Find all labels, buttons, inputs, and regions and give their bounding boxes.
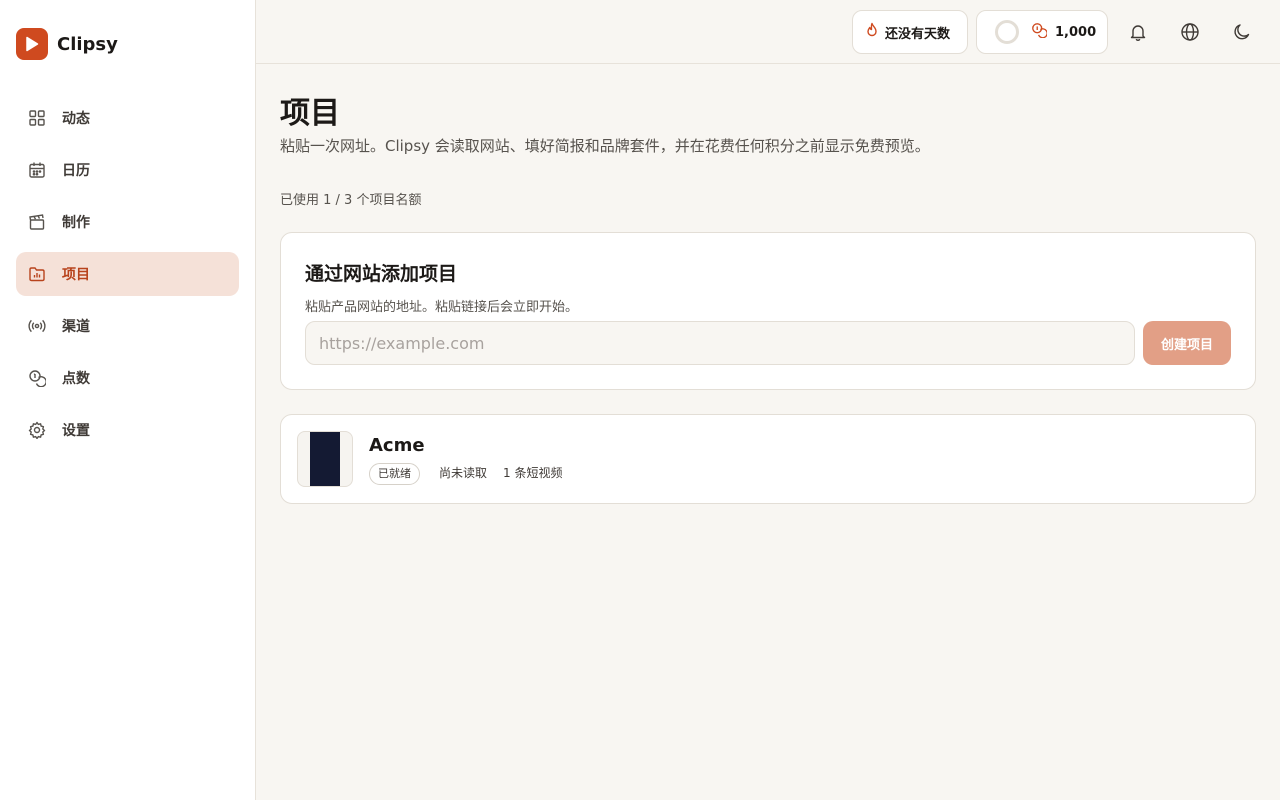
sidebar-item-label: 设置 — [62, 423, 90, 439]
sidebar-item-label: 日历 — [62, 163, 90, 179]
website-url-input[interactable] — [305, 321, 1135, 365]
project-name: Acme — [369, 435, 425, 456]
sidebar-item-label: 项目 — [62, 267, 90, 283]
bell-icon[interactable] — [1124, 18, 1152, 46]
grid-icon — [28, 109, 46, 127]
folder-chart-icon — [28, 265, 46, 283]
broadcast-icon — [28, 317, 46, 335]
credits-pill[interactable]: 1,000 — [976, 10, 1108, 54]
video-thumbnail-image — [310, 432, 340, 486]
add-project-title: 通过网站添加项目 — [305, 263, 458, 285]
sidebar-nav: 动态 日历 制作 项目 渠道 点数 设置 — [16, 96, 239, 460]
sidebar-item-label: 动态 — [62, 111, 90, 127]
sidebar-item-label: 制作 — [62, 215, 90, 231]
flame-icon — [865, 22, 879, 42]
sidebar-item-credits[interactable]: 点数 — [16, 356, 239, 400]
project-quota: 已使用 1 / 3 个项目名额 — [280, 193, 422, 208]
brand[interactable]: Clipsy — [16, 28, 118, 60]
coins-icon — [1031, 22, 1048, 42]
play-logo-icon — [16, 28, 48, 60]
gear-icon — [28, 421, 46, 439]
project-card[interactable]: Acme 已就绪 尚未读取 1 条短视频 — [280, 414, 1256, 504]
status-badge: 已就绪 — [369, 463, 420, 485]
progress-ring-icon — [995, 20, 1019, 44]
moon-icon[interactable] — [1228, 18, 1256, 46]
streak-label: 还没有天数 — [885, 26, 951, 42]
page-title: 项目 — [280, 96, 340, 131]
calendar-icon — [28, 161, 46, 179]
app-name: Clipsy — [57, 33, 118, 55]
coins-icon — [28, 369, 46, 387]
topbar: 还没有天数 1,000 — [256, 0, 1280, 64]
project-thumbnail — [297, 431, 353, 487]
sidebar-item-settings[interactable]: 设置 — [16, 408, 239, 452]
add-project-card: 通过网站添加项目 粘贴产品网站的地址。粘贴链接后会立即开始。 创建项目 — [280, 232, 1256, 390]
credits-value: 1,000 — [1055, 24, 1097, 40]
add-project-subtitle: 粘贴产品网站的地址。粘贴链接后会立即开始。 — [305, 300, 579, 315]
sidebar-item-channels[interactable]: 渠道 — [16, 304, 239, 348]
globe-icon[interactable] — [1176, 18, 1204, 46]
sidebar-item-calendar[interactable]: 日历 — [16, 148, 239, 192]
clapperboard-icon — [28, 213, 46, 231]
sidebar-item-projects[interactable]: 项目 — [16, 252, 239, 296]
streak-pill[interactable]: 还没有天数 — [852, 10, 968, 54]
sidebar-item-label: 渠道 — [62, 319, 90, 335]
sidebar-item-create[interactable]: 制作 — [16, 200, 239, 244]
create-project-button[interactable]: 创建项目 — [1143, 321, 1231, 365]
sidebar-item-label: 点数 — [62, 371, 90, 387]
page-description: 粘贴一次网址。Clipsy 会读取网站、填好简报和品牌套件，并在花费任何积分之前… — [280, 137, 930, 155]
sidebar: Clipsy 动态 日历 制作 项目 渠道 点数 设置 — [0, 0, 256, 800]
read-status: 尚未读取 — [439, 466, 488, 480]
sidebar-item-activity[interactable]: 动态 — [16, 96, 239, 140]
video-count: 1 条短视频 — [503, 466, 563, 480]
